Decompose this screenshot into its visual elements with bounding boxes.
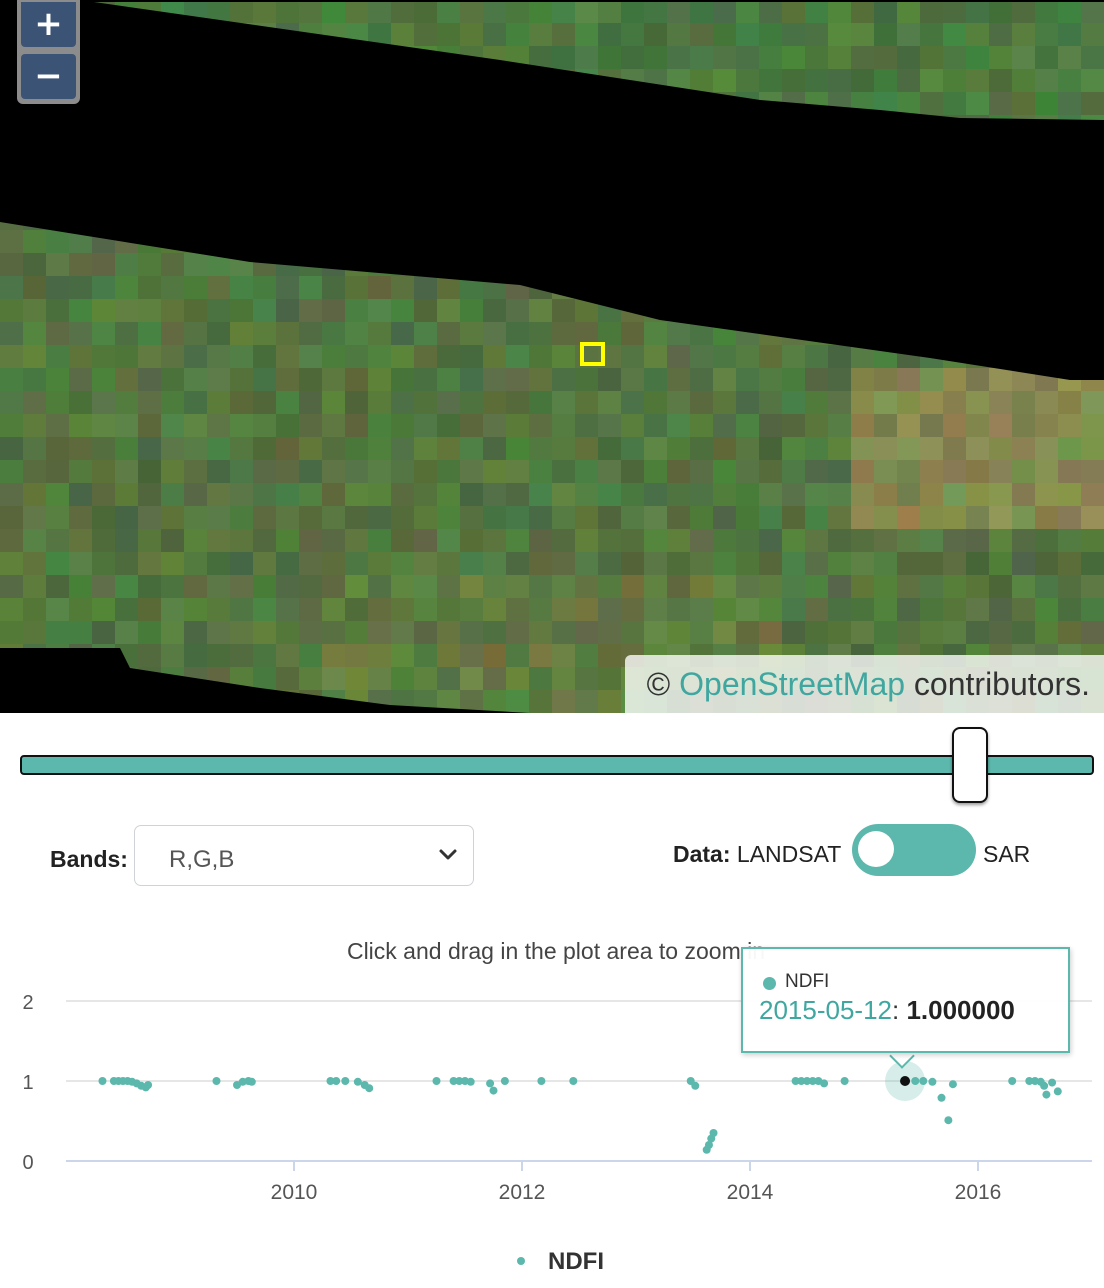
data-point [569,1077,578,1085]
bands-label: Bands: [50,846,128,872]
y-tick-label: 1 [22,1072,33,1094]
chart-tooltip: NDFI 2015-05-12: 1.000000 [741,947,1070,1053]
data-label: Data: [673,841,731,867]
data-point [486,1079,495,1088]
data-point [1008,1077,1017,1085]
data-point [466,1077,475,1086]
x-tick-label: 2014 [727,1181,774,1204]
data-point [1040,1081,1049,1090]
attribution-prefix: © [646,666,680,702]
no-data-top-strip [0,0,1104,2]
data-point [212,1077,221,1085]
data-option-sar: SAR [983,841,1031,867]
data-point [691,1081,700,1090]
chart-legend[interactable]: NDFI [517,1248,604,1275]
data-point [919,1077,928,1085]
highlighted-point [900,1076,911,1086]
data-point [353,1077,362,1086]
x-tick-label: 2010 [271,1181,318,1204]
satellite-map[interactable]: + − © OpenStreetMap contributors. [0,0,1104,713]
y-tick-label: 0 [22,1152,33,1174]
data-point [489,1086,498,1095]
ndfi-points [98,1061,1062,1154]
legend-label[interactable]: NDFI [548,1248,604,1275]
legend-marker [517,1257,525,1265]
zoom-in-button[interactable]: + [21,2,76,47]
data-point [1053,1087,1062,1096]
data-source-label: Data: LANDSAT [673,841,841,868]
data-point [365,1084,374,1093]
data-point [341,1077,350,1085]
toggle-knob[interactable] [858,831,894,867]
data-point [928,1077,937,1086]
tooltip-date: 2015-05-12 [759,995,892,1025]
data-point [432,1077,441,1085]
bands-select[interactable]: R,G,B [134,825,474,886]
attribution-suffix: contributors. [905,666,1090,702]
data-point [332,1077,341,1085]
data-point [840,1077,849,1085]
tooltip-value-line: 2015-05-12: 1.000000 [759,995,1015,1025]
data-point [911,1077,920,1085]
tooltip-series-marker [763,977,776,990]
chevron-down-icon [439,849,457,860]
data-point [709,1129,718,1137]
date-slider[interactable] [20,727,1094,803]
bands-select-value: R,G,B [169,846,235,873]
y-axis-ticks: 0 1 2 [22,992,33,1174]
data-point [948,1080,957,1089]
data-option-landsat: LANDSAT [736,841,842,867]
satellite-imagery [0,0,1104,713]
tooltip-value: 1.000000 [906,995,1015,1025]
map-attribution: © OpenStreetMap contributors. [624,655,1104,713]
zoom-out-button[interactable]: − [21,54,76,99]
data-point [820,1079,829,1088]
data-point [247,1077,256,1086]
data-source-toggle[interactable] [852,824,976,876]
data-point [144,1081,153,1089]
data-point [1048,1078,1057,1087]
openstreetmap-link[interactable]: OpenStreetMap [679,666,905,702]
data-point [1042,1090,1051,1099]
x-tick-label: 2012 [499,1181,546,1204]
data-point [944,1116,953,1125]
data-point [537,1077,546,1085]
slider-track[interactable] [20,755,1094,775]
y-tick-label: 2 [22,992,33,1014]
data-point [937,1093,946,1102]
zoom-control: + − [17,0,80,104]
x-tick-label: 2016 [955,1181,1002,1204]
data-point [500,1077,509,1085]
tooltip-series-name: NDFI [785,971,830,992]
data-point [98,1077,107,1085]
zoom-hint: Click and drag in the plot area to zoom … [347,938,765,964]
slider-handle[interactable] [952,727,988,803]
x-axis-ticks: 2010 2012 2014 2016 [271,1161,1002,1204]
